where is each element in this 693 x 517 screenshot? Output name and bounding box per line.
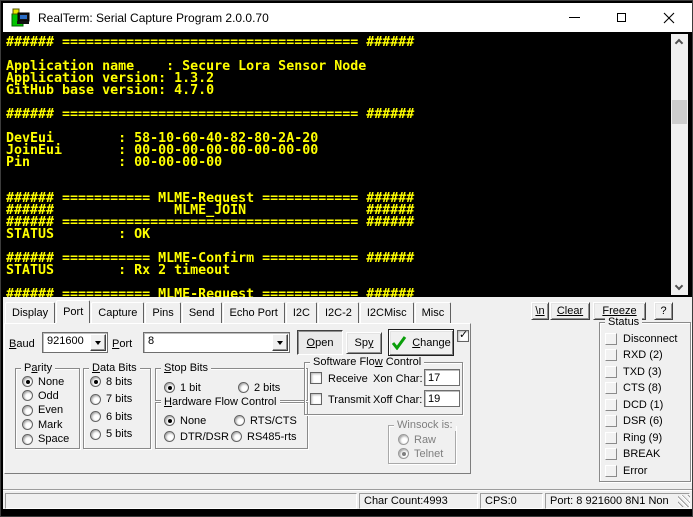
error-led xyxy=(605,465,617,477)
tab-misc[interactable]: Misc xyxy=(415,302,452,323)
maximize-icon xyxy=(617,13,626,22)
status-dsr: DSR (6) xyxy=(605,415,690,428)
resize-grip-icon[interactable] xyxy=(678,495,690,507)
status-rxd: RXD (2) xyxy=(605,349,690,362)
scroll-up-icon[interactable] xyxy=(675,39,683,47)
rxd-led xyxy=(605,349,617,361)
tab-display[interactable]: Display xyxy=(5,302,55,323)
scrollbar-thumb[interactable] xyxy=(672,100,687,124)
txd-led xyxy=(605,366,617,378)
tab-port[interactable]: Port xyxy=(56,300,90,323)
status-cts: CTS (8) xyxy=(605,382,690,395)
tab-echo-port[interactable]: Echo Port xyxy=(223,302,285,323)
statusbar-empty-section xyxy=(5,493,357,509)
char-count: Char Count:4993 xyxy=(359,493,478,509)
cts-led xyxy=(605,382,617,394)
terminal-output[interactable]: ###### =================================… xyxy=(3,32,692,297)
status-group: Status Disconnect RXD (2) TXD (3) CTS (8… xyxy=(599,322,691,482)
terminal-text: ###### =================================… xyxy=(6,37,414,297)
clear-button[interactable]: Clear xyxy=(550,302,590,320)
status-disconnect: Disconnect xyxy=(605,332,690,345)
app-icon xyxy=(11,8,30,27)
status-error: Error xyxy=(605,464,690,477)
disconnect-led[interactable] xyxy=(605,333,617,345)
minimize-icon xyxy=(569,17,580,18)
terminal-scrollbar[interactable] xyxy=(671,34,688,295)
minimize-button[interactable] xyxy=(551,3,598,32)
tab-pins[interactable]: Pins xyxy=(145,302,180,323)
dsr-led xyxy=(605,415,617,427)
window-title: RealTerm: Serial Capture Program 2.0.0.7… xyxy=(38,11,269,25)
port-status: Port: 8 921600 8N1 Non xyxy=(545,493,690,509)
control-panel: Display Port Capture Pins Send Echo Port… xyxy=(3,297,692,509)
help-button[interactable]: ? xyxy=(654,302,673,320)
status-bar: Char Count:4993 CPS:0 Port: 8 921600 8N1… xyxy=(3,489,692,509)
realterm-window: RealTerm: Serial Capture Program 2.0.0.7… xyxy=(0,0,693,517)
close-icon xyxy=(663,12,675,24)
newline-button[interactable]: \n xyxy=(531,302,549,320)
dcd-led xyxy=(605,399,617,411)
tab-strip: Display Port Capture Pins Send Echo Port… xyxy=(5,300,452,323)
status-break: BREAK xyxy=(605,448,690,461)
status-dcd: DCD (1) xyxy=(605,398,690,411)
ring-led xyxy=(605,432,617,444)
tab-i2c[interactable]: I2C xyxy=(286,302,317,323)
scroll-down-icon[interactable] xyxy=(675,282,683,290)
maximize-button[interactable] xyxy=(598,3,645,32)
tab-capture[interactable]: Capture xyxy=(91,302,144,323)
cps-indicator: CPS:0 xyxy=(480,493,543,509)
tab-i2c-2[interactable]: I2C-2 xyxy=(318,302,359,323)
close-button[interactable] xyxy=(645,3,692,32)
titlebar[interactable]: RealTerm: Serial Capture Program 2.0.0.7… xyxy=(3,3,692,32)
status-group-label: Status xyxy=(605,316,642,328)
status-txd: TXD (3) xyxy=(605,365,690,378)
status-ring: Ring (9) xyxy=(605,431,690,444)
tab-i2cmisc[interactable]: I2CMisc xyxy=(360,302,414,323)
port-tab-page xyxy=(4,323,471,474)
break-led xyxy=(605,448,617,460)
tab-send[interactable]: Send xyxy=(182,302,222,323)
